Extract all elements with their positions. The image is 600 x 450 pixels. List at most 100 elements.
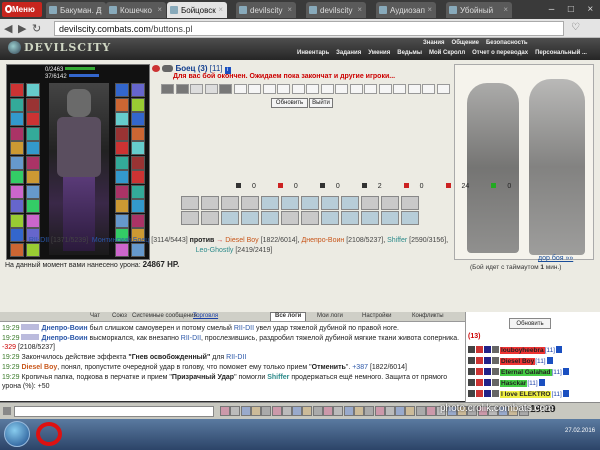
action-slot[interactable] [219, 84, 232, 94]
toolbar-button[interactable] [230, 406, 241, 416]
equipment-slot[interactable] [26, 213, 40, 228]
equipment-slot[interactable] [26, 83, 40, 97]
action-slot[interactable] [277, 84, 290, 94]
spell-slot[interactable] [401, 196, 419, 210]
equipment-slot[interactable] [115, 170, 129, 184]
equipment-slot[interactable] [115, 126, 129, 141]
action-slot[interactable] [262, 84, 276, 94]
tab-close-icon[interactable]: × [427, 5, 432, 14]
character-avatar[interactable] [49, 83, 109, 255]
spell-slot[interactable] [181, 211, 199, 225]
action-slot[interactable] [349, 84, 363, 94]
action-slot[interactable] [306, 84, 319, 94]
participant-name[interactable]: Diesel Boy [225, 237, 258, 244]
chat-text[interactable]: RII-DII [234, 325, 254, 332]
chat-tab[interactable]: Конфликты [412, 312, 444, 321]
equipment-slot[interactable] [26, 184, 40, 199]
equipment-slot[interactable] [131, 155, 145, 170]
chat-text[interactable]: +387 [352, 364, 368, 371]
equipment-slot[interactable] [10, 170, 24, 184]
equipment-slot[interactable] [10, 141, 24, 155]
equipment-slot[interactable] [10, 155, 24, 170]
action-slot[interactable] [161, 84, 174, 94]
action-slot[interactable] [393, 84, 406, 94]
chat-text[interactable]: Днепро-Воин [41, 335, 87, 342]
toolbar-button[interactable] [271, 406, 282, 416]
toolbar-button[interactable] [302, 406, 313, 416]
action-slot[interactable] [204, 84, 218, 94]
action-slot[interactable] [407, 84, 421, 94]
player-info-icon[interactable] [555, 346, 562, 353]
spell-slot[interactable] [361, 196, 379, 210]
equipment-slot[interactable] [131, 112, 145, 126]
spell-slot[interactable] [301, 211, 319, 225]
equipment-slot[interactable] [131, 199, 145, 213]
action-slot[interactable] [320, 84, 334, 94]
action-slot[interactable] [291, 84, 305, 94]
player-name[interactable]: Hasckar [500, 380, 528, 387]
action-slot[interactable] [190, 84, 203, 94]
participant-name[interactable]: Leo-Ghostly [196, 247, 234, 254]
spell-slot[interactable] [341, 211, 359, 225]
browser-menu-button[interactable]: Меню [2, 2, 42, 17]
participant-name[interactable]: RII-DII [29, 237, 49, 244]
toolbar-button[interactable] [312, 406, 323, 416]
topnav-item[interactable]: Отчет о переводах [472, 50, 528, 56]
player-name[interactable]: louboyheebra [500, 347, 545, 354]
equipment-slot[interactable] [10, 83, 24, 97]
chat-tab[interactable]: Все логи [270, 312, 307, 321]
equipment-slot[interactable] [115, 97, 129, 112]
toolbar-button[interactable] [353, 406, 364, 416]
toolbar-button[interactable] [395, 406, 406, 416]
spell-slot[interactable] [361, 211, 379, 225]
spell-slot[interactable] [301, 196, 319, 210]
close-window-icon[interactable]: × [587, 4, 593, 15]
equipment-slot[interactable] [131, 184, 145, 199]
equipment-slot[interactable] [26, 155, 40, 170]
next-fight-link[interactable]: дор боя »» [538, 255, 573, 262]
spell-slot[interactable] [381, 211, 399, 225]
chat-tab[interactable]: Мои логи [317, 312, 343, 321]
browser-tab[interactable]: devilscity × [236, 2, 296, 18]
toolbar-button[interactable] [281, 406, 292, 416]
equipment-slot[interactable] [115, 184, 129, 199]
equipment-slot[interactable] [131, 126, 145, 141]
chat-tab[interactable]: Системные сообщения [132, 312, 197, 321]
toolbar-button[interactable] [323, 406, 333, 416]
toolbar-button[interactable] [343, 406, 354, 416]
spell-slot[interactable] [261, 196, 279, 210]
toolbar-button[interactable] [405, 406, 416, 416]
action-slot[interactable] [175, 84, 189, 94]
browser-tab[interactable]: Аудиозап × [376, 2, 436, 18]
reload-icon[interactable]: ↻ [32, 22, 41, 35]
spell-slot[interactable] [201, 196, 219, 210]
browser-tab[interactable]: Бойцовск × [167, 2, 227, 18]
browser-tab[interactable]: Бакуман. Д × [46, 2, 106, 18]
equipment-slot[interactable] [26, 112, 40, 126]
online-player[interactable]: Hasckar[11] [468, 379, 545, 388]
topnav-item[interactable]: Умения [368, 50, 390, 56]
browser-tab[interactable]: Убойный × [446, 2, 512, 18]
equipment-slot[interactable] [115, 155, 129, 170]
player-name[interactable]: Eternal Galahad [500, 369, 552, 376]
participant-name[interactable]: Монтинский Боец [92, 237, 149, 244]
chat-tab[interactable]: Союз [112, 312, 127, 321]
toolbar-button[interactable] [250, 406, 261, 416]
exit-button[interactable]: Выйти [309, 98, 333, 108]
equipment-slot[interactable] [115, 83, 129, 97]
online-player[interactable]: Eternal Galahad[11] [468, 368, 569, 377]
player-name[interactable]: Diesel Boy [500, 358, 536, 365]
player-name[interactable]: I love ELEKTRO [500, 391, 552, 398]
chat-text[interactable]: RII-DII [226, 354, 246, 361]
forward-icon[interactable]: ▶ [18, 22, 26, 35]
toolbar-button[interactable] [426, 406, 436, 416]
url-field[interactable]: devilscity.combats.com/buttons.pl [54, 21, 564, 36]
refresh-button[interactable]: Обновить [271, 98, 308, 108]
topnav-item[interactable]: Знания [423, 40, 445, 46]
chat-text[interactable]: Shiffer [267, 374, 289, 381]
toolbar-button[interactable] [220, 406, 230, 416]
browser-tab[interactable]: Кошечко × [106, 2, 166, 18]
start-button-icon[interactable] [4, 421, 30, 447]
topnav-item[interactable]: Безопасность [486, 40, 528, 46]
toolbar-button[interactable] [364, 406, 375, 416]
